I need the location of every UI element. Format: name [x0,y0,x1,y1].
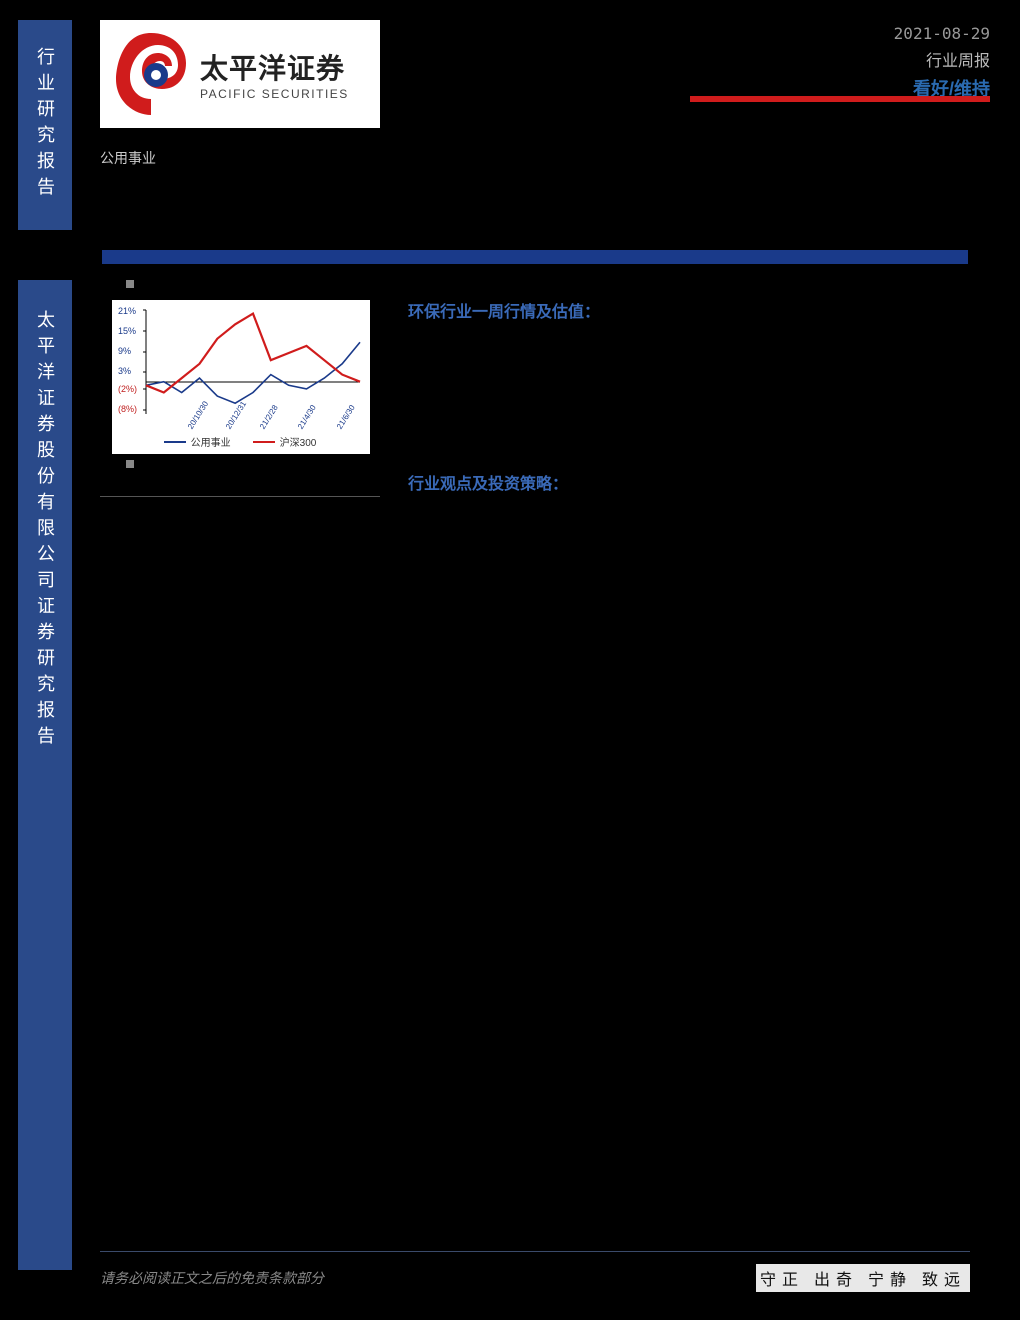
sidebar-top-block: 行业研究报告 [18,20,72,230]
header: 太平洋证券 PACIFIC SECURITIES 2021-08-29 行业周报… [100,20,990,170]
footer-motto: 守正 出奇 宁静 致远 [756,1264,970,1292]
company-name-cn: 太平洋证券 [200,47,349,87]
sidebar-bottom-label: 太平洋证券股份有限公司证券研究报告 [32,310,58,752]
company-logo: 太平洋证券 PACIFIC SECURITIES [100,20,380,128]
legend-swatch [253,441,275,443]
chart-legend: 公用事业 沪深300 [116,434,364,449]
company-name-en: PACIFIC SECURITIES [200,87,349,101]
report-date: 2021-08-29 [690,24,990,43]
sidebar-bottom-block: 太平洋证券股份有限公司证券研究报告 [18,280,72,1270]
footer-disclaimer: 请务必阅读正文之后的免责条款部分 [100,1268,324,1288]
red-accent-bar [690,96,990,102]
section-heading-performance: 环保行业一周行情及估值： [408,298,600,322]
chart-plot-area: 21% 15% 9% 3% (2%) (8%) 20/10/30 [116,306,364,430]
footer-divider [100,1251,970,1252]
sidebar-top-label: 行业研究报告 [32,47,58,203]
logo-mark-icon [114,31,188,117]
header-meta: 2021-08-29 行业周报 看好/维持 [690,24,990,101]
footer: 请务必阅读正文之后的免责条款部分 守正 出奇 宁静 致远 [100,1251,970,1292]
legend-swatch [164,441,186,443]
logo-text-block: 太平洋证券 PACIFIC SECURITIES [200,47,349,101]
legend-item: 沪深300 [253,434,317,449]
sector-label: 公用事业 [100,148,156,168]
left-rail: 行业研究报告 太平洋证券股份有限公司证券研究报告 [0,0,90,1320]
bullet-icon [126,280,134,288]
report-type: 行业周报 [690,47,990,71]
left-column-divider [100,496,380,497]
performance-chart: 21% 15% 9% 3% (2%) (8%) 20/10/30 [112,300,370,454]
section-heading-strategy: 行业观点及投资策略： [408,470,568,494]
legend-item: 公用事业 [164,434,231,449]
blue-divider-bar [102,250,968,264]
bullet-icon [126,460,134,468]
